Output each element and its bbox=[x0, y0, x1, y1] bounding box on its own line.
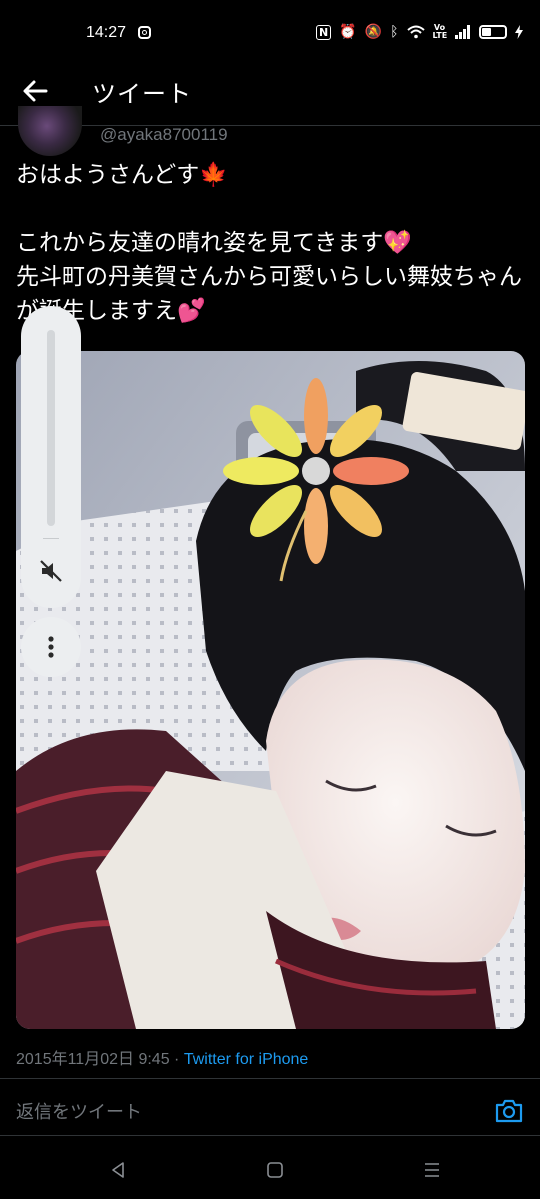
status-bar: 14:27 N ⏰ 🔕 ᛒ Vo LTE bbox=[0, 0, 540, 68]
nav-menu-lines-icon[interactable] bbox=[422, 1160, 442, 1180]
volume-mute-icon[interactable] bbox=[38, 558, 64, 584]
wifi-icon bbox=[406, 25, 425, 39]
camera-button[interactable] bbox=[494, 1096, 524, 1126]
camera-icon bbox=[495, 1099, 523, 1123]
volume-more-button[interactable] bbox=[21, 617, 81, 677]
page-title: ツイート bbox=[92, 80, 192, 108]
tweet-timestamp[interactable]: 2015年11月02日 9:45 bbox=[16, 1051, 170, 1068]
more-vertical-icon bbox=[48, 636, 54, 658]
status-icons: N ⏰ 🔕 ᛒ Vo LTE bbox=[316, 24, 523, 40]
nfc-icon: N bbox=[316, 24, 332, 40]
bluetooth-icon: ᛒ bbox=[390, 24, 399, 40]
nav-home-square-icon[interactable] bbox=[265, 1160, 285, 1180]
mute-icon: 🔕 bbox=[364, 24, 383, 40]
meta-divider bbox=[0, 1078, 540, 1079]
tweet-photo[interactable] bbox=[16, 351, 525, 1029]
signal-icon bbox=[454, 25, 470, 39]
meta-separator: · bbox=[174, 1051, 180, 1068]
volume-divider bbox=[43, 538, 59, 539]
charging-icon bbox=[514, 25, 523, 39]
battery-icon bbox=[478, 25, 507, 39]
avatar[interactable] bbox=[18, 106, 82, 156]
photo-illustration bbox=[16, 351, 525, 1029]
status-time: 14:27 bbox=[86, 24, 127, 41]
reply-input[interactable]: 返信をツイート bbox=[16, 1098, 142, 1124]
nav-back-triangle-icon[interactable] bbox=[108, 1160, 128, 1180]
tweet-text: おはようさんどす🍁 これから友達の晴れ姿を見てきます💖 先斗町の丹美賀さんから可… bbox=[16, 162, 522, 324]
reply-divider bbox=[0, 1135, 540, 1136]
tweet-meta: 2015年11月02日 9:45 · Twitter for iPhone bbox=[16, 1045, 308, 1069]
alarm-icon: ⏰ bbox=[339, 24, 357, 40]
tweet-source-link[interactable]: Twitter for iPhone bbox=[184, 1051, 309, 1068]
volume-panel[interactable] bbox=[21, 306, 81, 608]
instagram-icon bbox=[138, 26, 151, 39]
volume-slider[interactable] bbox=[47, 330, 55, 526]
author-handle[interactable]: @ayaka8700119 bbox=[100, 125, 228, 145]
volte-icon: Vo LTE bbox=[432, 23, 448, 40]
